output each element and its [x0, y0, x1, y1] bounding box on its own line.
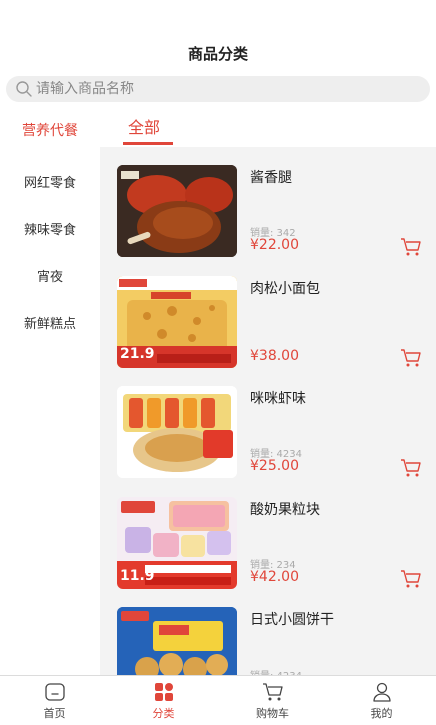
product-name[interactable]: 肉松小面包 — [250, 278, 320, 298]
nav-category[interactable]: 分类 — [109, 676, 218, 725]
sidebar-item-nutrition-meal[interactable]: 营养代餐 — [0, 110, 100, 150]
add-to-cart-icon[interactable] — [400, 237, 422, 257]
product-sales: 销量: 4234 — [250, 667, 302, 675]
search-input[interactable] — [36, 81, 416, 97]
product-price: ¥22.00 — [250, 237, 299, 253]
product-name[interactable]: 日式小圆饼干 — [250, 609, 334, 629]
sidebar-item-snacks[interactable]: 网红零食 — [0, 158, 100, 205]
product-image-price: 21.9 — [120, 346, 155, 362]
cart-icon — [261, 681, 285, 703]
category-sidebar: 营养代餐 网红零食 辣味零食 宵夜 新鲜糕点 — [0, 110, 100, 675]
tab-underline — [123, 142, 173, 145]
product-name[interactable]: 酸奶果粒块 — [250, 499, 320, 519]
product-list: 酱香腿 销量: 342 ¥22.00 21.9 肉松小面包 ¥38.00 咪咪虾… — [100, 147, 436, 675]
product-name[interactable]: 酱香腿 — [250, 167, 292, 187]
add-to-cart-icon[interactable] — [400, 348, 422, 368]
product-image-pork-floss-bread[interactable]: 21.9 — [117, 276, 237, 368]
nav-cart[interactable]: 购物车 — [218, 676, 327, 725]
sidebar-item-label: 辣味零食 — [23, 223, 76, 238]
page-title: 商品分类 — [187, 45, 248, 63]
search-bar[interactable] — [6, 76, 430, 102]
product-image-shrimp-snack[interactable] — [117, 386, 237, 478]
tab-bar: 全部 — [100, 110, 436, 146]
product-image-price: 11.9 — [120, 568, 155, 584]
sidebar-item-label: 宵夜 — [36, 270, 63, 285]
product-image-yogurt-cubes[interactable]: 11.9 — [117, 497, 237, 589]
bottom-nav: 首页 分类 购物车 我的 — [0, 675, 436, 725]
header: 商品分类 — [0, 0, 436, 70]
nav-label: 购物车 — [256, 707, 289, 720]
user-icon — [370, 681, 394, 703]
sidebar-item-label: 营养代餐 — [22, 123, 78, 139]
category-icon — [152, 681, 176, 703]
nav-home[interactable]: 首页 — [0, 676, 109, 725]
nav-profile[interactable]: 我的 — [327, 676, 436, 725]
nav-label: 分类 — [152, 707, 175, 720]
add-to-cart-icon[interactable] — [400, 458, 422, 478]
home-icon — [43, 681, 67, 703]
sidebar-item-label: 网红零食 — [23, 176, 76, 191]
product-price: ¥38.00 — [250, 348, 299, 364]
product-image-sauce-leg[interactable] — [117, 165, 237, 257]
add-to-cart-icon[interactable] — [400, 569, 422, 589]
tab-all[interactable]: 全部 — [128, 114, 160, 138]
search-icon — [12, 76, 36, 102]
product-price: ¥25.00 — [250, 458, 299, 474]
nav-label: 我的 — [370, 707, 393, 720]
sidebar-item-spicy-snacks[interactable]: 辣味零食 — [0, 205, 100, 252]
sidebar-item-late-night[interactable]: 宵夜 — [0, 252, 100, 299]
sidebar-item-label: 新鲜糕点 — [23, 317, 76, 332]
product-name[interactable]: 咪咪虾味 — [250, 388, 306, 408]
product-price: ¥42.00 — [250, 569, 299, 585]
product-image-japanese-biscuit[interactable] — [117, 607, 237, 675]
nav-label: 首页 — [43, 707, 66, 720]
sidebar-item-fresh-pastry[interactable]: 新鲜糕点 — [0, 299, 100, 346]
